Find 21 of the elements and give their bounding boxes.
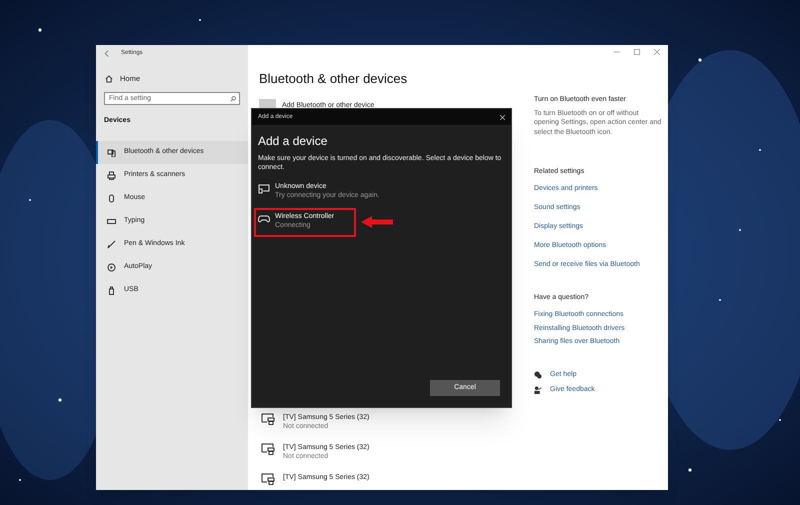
- mouse-icon: [107, 194, 116, 203]
- pen-icon: [107, 240, 116, 249]
- search-icon: [230, 96, 236, 102]
- back-icon[interactable]: [104, 50, 109, 56]
- maximize-icon[interactable]: [634, 49, 640, 55]
- display-icon: [258, 184, 270, 194]
- monitor-icon: [261, 443, 275, 455]
- page-title: Bluetooth & other devices: [259, 71, 408, 87]
- monitor-icon: [261, 473, 275, 485]
- monitor-icon: [261, 413, 275, 425]
- bluetooth-devices-icon: [107, 148, 116, 157]
- minimize-icon[interactable]: [614, 49, 620, 55]
- play-icon: [107, 262, 116, 272]
- gamepad-icon: [258, 215, 270, 223]
- feedback-icon: [534, 386, 542, 394]
- dialog-heading: Add a device: [258, 134, 328, 148]
- arrow-icon: [361, 216, 393, 228]
- home-icon: [105, 74, 113, 83]
- printer-icon: [107, 170, 116, 180]
- usb-drive-icon: [107, 286, 116, 295]
- close-icon[interactable]: [500, 114, 505, 120]
